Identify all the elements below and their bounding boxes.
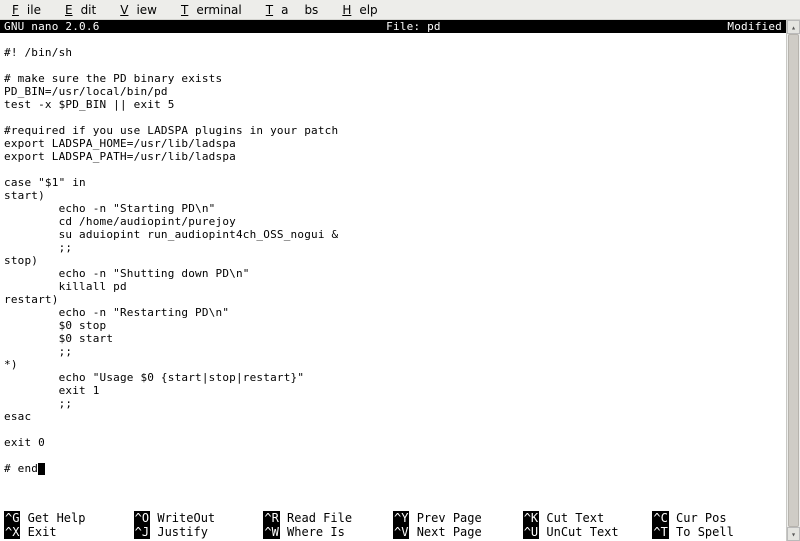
menu-view[interactable]: View xyxy=(112,1,173,19)
scroll-track[interactable] xyxy=(787,34,800,527)
shortcut-to-spell: ^T To Spell xyxy=(652,525,782,539)
editor-line: cd /home/audiopint/purejoy xyxy=(4,215,782,228)
editor-line: test -x $PD_BIN || exit 5 xyxy=(4,98,782,111)
shortcut-label: Get Help xyxy=(20,511,85,525)
editor-line xyxy=(4,163,782,176)
editor-line xyxy=(4,449,782,462)
nano-version: GNU nano 2.0.6 xyxy=(4,20,100,33)
shortcut-read-file: ^R Read File xyxy=(263,511,393,525)
shortcut-exit: ^X Exit xyxy=(4,525,134,539)
shortcut-where-is: ^W Where Is xyxy=(263,525,393,539)
editor-line: echo -n "Starting PD\n" xyxy=(4,202,782,215)
terminal-area[interactable]: GNU nano 2.0.6 File: pd Modified #! /bin… xyxy=(0,20,786,541)
vertical-scrollbar[interactable]: ▴ ▾ xyxy=(786,20,800,541)
scroll-up-button[interactable]: ▴ xyxy=(787,20,800,34)
shortcut-cut-text: ^K Cut Text xyxy=(523,511,653,525)
editor-line: ;; xyxy=(4,345,782,358)
shortcut-label: Justify xyxy=(150,525,208,539)
shortcut-label: Cut Text xyxy=(539,511,604,525)
editor-line: exit 0 xyxy=(4,436,782,449)
shortcut-key: ^R xyxy=(263,511,279,525)
shortcut-key: ^X xyxy=(4,525,20,539)
shortcut-prev-page: ^Y Prev Page xyxy=(393,511,523,525)
editor-line: $0 stop xyxy=(4,319,782,332)
scroll-thumb[interactable] xyxy=(788,34,799,527)
nano-filename: File: pd xyxy=(100,20,728,33)
editor-line: su aduiopint run_audiopint4ch_OSS_nogui … xyxy=(4,228,782,241)
editor-line: killall pd xyxy=(4,280,782,293)
menu-terminal[interactable]: Terminal xyxy=(173,1,258,19)
editor-line: *) xyxy=(4,358,782,371)
nano-modified-status: Modified xyxy=(727,20,782,33)
editor-line: # end xyxy=(4,462,782,475)
shortcut-justify: ^J Justify xyxy=(134,525,264,539)
shortcut-label: Exit xyxy=(20,525,56,539)
editor-line: export LADSPA_HOME=/usr/lib/ladspa xyxy=(4,137,782,150)
editor-line xyxy=(4,423,782,436)
shortcut-label: Cur Pos xyxy=(669,511,727,525)
nano-shortcut-bar: ^G Get Help^O WriteOut^R Read File^Y Pre… xyxy=(0,511,786,541)
shortcut-label: Prev Page xyxy=(409,511,481,525)
menu-tabs[interactable]: Tabs xyxy=(258,1,335,19)
editor-line: #! /bin/sh xyxy=(4,46,782,59)
shortcut-key: ^O xyxy=(134,511,150,525)
shortcut-label: Where Is xyxy=(280,525,345,539)
editor-line: ;; xyxy=(4,241,782,254)
scroll-down-button[interactable]: ▾ xyxy=(787,527,800,541)
editor-line xyxy=(4,33,782,46)
editor-line: esac xyxy=(4,410,782,423)
shortcut-key: ^W xyxy=(263,525,279,539)
text-cursor xyxy=(38,463,45,475)
editor-line: $0 start xyxy=(4,332,782,345)
shortcut-key: ^C xyxy=(652,511,668,525)
shortcut-label: Next Page xyxy=(409,525,481,539)
editor-line xyxy=(4,111,782,124)
shortcut-label: UnCut Text xyxy=(539,525,618,539)
editor-line: exit 1 xyxy=(4,384,782,397)
editor-line: PD_BIN=/usr/local/bin/pd xyxy=(4,85,782,98)
shortcut-key: ^J xyxy=(134,525,150,539)
shortcut-key: ^U xyxy=(523,525,539,539)
editor-line: # make sure the PD binary exists xyxy=(4,72,782,85)
shortcut-label: To Spell xyxy=(669,525,734,539)
editor-content[interactable]: #! /bin/sh # make sure the PD binary exi… xyxy=(0,33,786,475)
shortcut-cur-pos: ^C Cur Pos xyxy=(652,511,782,525)
shortcut-next-page: ^V Next Page xyxy=(393,525,523,539)
editor-line: case "$1" in xyxy=(4,176,782,189)
menu-edit[interactable]: Edit xyxy=(57,1,112,19)
shortcut-get-help: ^G Get Help xyxy=(4,511,134,525)
nano-titlebar: GNU nano 2.0.6 File: pd Modified xyxy=(0,20,786,33)
editor-line: echo -n "Shutting down PD\n" xyxy=(4,267,782,280)
editor-line: start) xyxy=(4,189,782,202)
shortcut-key: ^V xyxy=(393,525,409,539)
menu-file[interactable]: File xyxy=(4,1,57,19)
shortcut-writeout: ^O WriteOut xyxy=(134,511,264,525)
editor-line: #required if you use LADSPA plugins in y… xyxy=(4,124,782,137)
editor-line xyxy=(4,59,782,72)
editor-line: stop) xyxy=(4,254,782,267)
shortcut-key: ^G xyxy=(4,511,20,525)
shortcut-key: ^T xyxy=(652,525,668,539)
editor-line: echo -n "Restarting PD\n" xyxy=(4,306,782,319)
menu-help[interactable]: Help xyxy=(334,1,393,19)
shortcut-label: Read File xyxy=(280,511,352,525)
menubar: File Edit View Terminal Tabs Help xyxy=(0,0,800,20)
shortcut-key: ^K xyxy=(523,511,539,525)
editor-line: ;; xyxy=(4,397,782,410)
editor-line: echo "Usage $0 {start|stop|restart}" xyxy=(4,371,782,384)
editor-line: restart) xyxy=(4,293,782,306)
shortcut-uncut-text: ^U UnCut Text xyxy=(523,525,653,539)
shortcut-key: ^Y xyxy=(393,511,409,525)
shortcut-label: WriteOut xyxy=(150,511,215,525)
editor-line: export LADSPA_PATH=/usr/lib/ladspa xyxy=(4,150,782,163)
